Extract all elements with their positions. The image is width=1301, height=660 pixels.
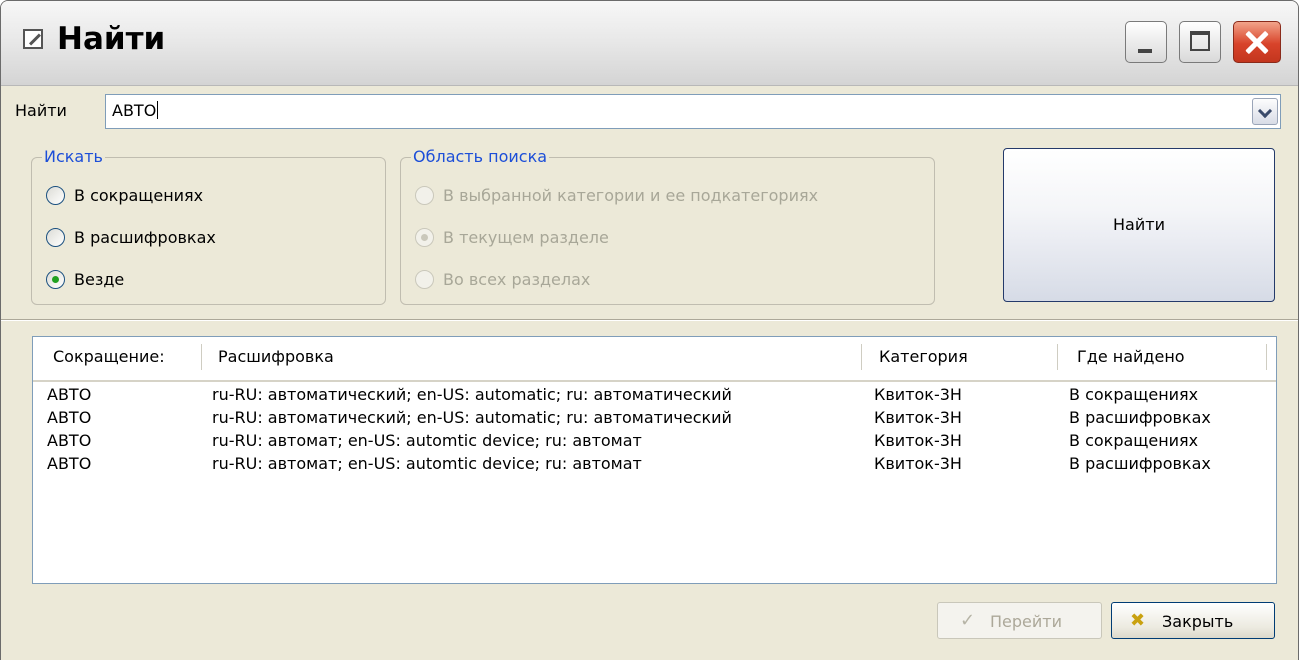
maximize-button[interactable] bbox=[1179, 21, 1221, 63]
table-row[interactable]: АВТО ru-RU: автоматический; en-US: autom… bbox=[33, 383, 1276, 406]
close-window-button[interactable] bbox=[1233, 21, 1281, 63]
cell-category: Квиток-3Н bbox=[874, 385, 962, 404]
search-label: Найти bbox=[15, 101, 67, 120]
minimize-button[interactable] bbox=[1125, 21, 1167, 63]
find-dialog: Найти Найти АВТО Искать В сокращениях В … bbox=[0, 0, 1299, 660]
separator bbox=[1, 319, 1298, 321]
cell-expansion: ru-RU: автомат; en-US: automtic device; … bbox=[212, 454, 642, 473]
title-bar[interactable]: Найти bbox=[1, 1, 1298, 86]
radio-button-icon[interactable] bbox=[415, 270, 434, 289]
column-header-category[interactable]: Категория bbox=[879, 347, 968, 366]
goto-label: Перейти bbox=[990, 612, 1062, 631]
radio-label: Во всех разделах bbox=[443, 270, 591, 289]
radio-label: В сокращениях bbox=[74, 186, 204, 205]
goto-button[interactable]: ✓ Перейти bbox=[937, 602, 1102, 639]
cell-abbreviation: АВТО bbox=[47, 385, 92, 404]
radio-button-icon[interactable] bbox=[46, 228, 65, 247]
cell-found-in: В расшифровках bbox=[1069, 454, 1211, 473]
results-list[interactable]: Сокращение: Расшифровка Категория Где на… bbox=[32, 336, 1277, 584]
table-row[interactable]: АВТО ru-RU: автомат; en-US: automtic dev… bbox=[33, 429, 1276, 452]
radio-label: В выбранной категории и ее подкатегориях bbox=[443, 186, 819, 205]
cell-abbreviation: АВТО bbox=[47, 408, 92, 427]
cell-abbreviation: АВТО bbox=[47, 454, 92, 473]
search-scope-group: Область поиска В выбранной категории и е… bbox=[400, 147, 935, 305]
radio-button-icon[interactable] bbox=[415, 228, 434, 247]
checkmark-icon: ✓ bbox=[960, 610, 976, 631]
window-title: Найти bbox=[57, 21, 166, 57]
cell-expansion: ru-RU: автомат; en-US: automtic device; … bbox=[212, 431, 642, 450]
cell-found-in: В расшифровках bbox=[1069, 408, 1211, 427]
radio-everywhere[interactable]: Везде bbox=[46, 267, 124, 293]
chevron-down-icon[interactable] bbox=[1252, 98, 1278, 125]
cell-found-in: В сокращениях bbox=[1069, 385, 1199, 404]
table-row[interactable]: АВТО ru-RU: автоматический; en-US: autom… bbox=[33, 406, 1276, 429]
close-x-icon: ✖ bbox=[1130, 610, 1146, 631]
cell-expansion: ru-RU: автоматический; en-US: automatic;… bbox=[212, 385, 732, 404]
radio-label: В текущем разделе bbox=[443, 228, 609, 247]
column-divider[interactable] bbox=[201, 344, 202, 370]
radio-label: Везде bbox=[74, 270, 125, 289]
search-combobox[interactable]: АВТО bbox=[105, 94, 1281, 129]
cell-category: Квиток-3Н bbox=[874, 408, 962, 427]
close-label: Закрыть bbox=[1162, 612, 1234, 631]
search-input[interactable]: АВТО bbox=[112, 101, 158, 120]
cell-abbreviation: АВТО bbox=[47, 431, 92, 450]
radio-selected-category[interactable]: В выбранной категории и ее подкатегориях bbox=[415, 183, 818, 209]
edit-icon bbox=[23, 29, 43, 49]
column-header-expansion[interactable]: Расшифровка bbox=[218, 347, 334, 366]
results-header: Сокращение: Расшифровка Категория Где на… bbox=[33, 337, 1276, 382]
search-scope-legend: Область поиска bbox=[411, 147, 550, 167]
search-in-legend: Искать bbox=[42, 147, 105, 167]
cell-expansion: ru-RU: автоматический; en-US: automatic;… bbox=[212, 408, 732, 427]
cell-category: Квиток-3Н bbox=[874, 454, 962, 473]
column-divider[interactable] bbox=[1057, 344, 1058, 370]
radio-current-section[interactable]: В текущем разделе bbox=[415, 225, 609, 251]
radio-button-icon[interactable] bbox=[46, 186, 65, 205]
radio-all-sections[interactable]: Во всех разделах bbox=[415, 267, 590, 293]
cell-found-in: В сокращениях bbox=[1069, 431, 1199, 450]
column-header-abbreviation[interactable]: Сокращение: bbox=[53, 347, 165, 366]
column-divider[interactable] bbox=[861, 344, 862, 370]
search-in-group: Искать В сокращениях В расшифровках Везд… bbox=[31, 147, 386, 305]
radio-in-expansions[interactable]: В расшифровках bbox=[46, 225, 216, 251]
radio-in-abbreviations[interactable]: В сокращениях bbox=[46, 183, 203, 209]
radio-label: В расшифровках bbox=[74, 228, 216, 247]
cell-category: Квиток-3Н bbox=[874, 431, 962, 450]
column-header-found-in[interactable]: Где найдено bbox=[1077, 347, 1185, 366]
radio-button-icon[interactable] bbox=[415, 186, 434, 205]
find-button[interactable]: Найти bbox=[1003, 148, 1275, 302]
radio-button-icon[interactable] bbox=[46, 270, 65, 289]
column-divider[interactable] bbox=[1266, 344, 1267, 370]
table-row[interactable]: АВТО ru-RU: автомат; en-US: automtic dev… bbox=[33, 452, 1276, 475]
close-button[interactable]: ✖ Закрыть bbox=[1111, 602, 1275, 639]
